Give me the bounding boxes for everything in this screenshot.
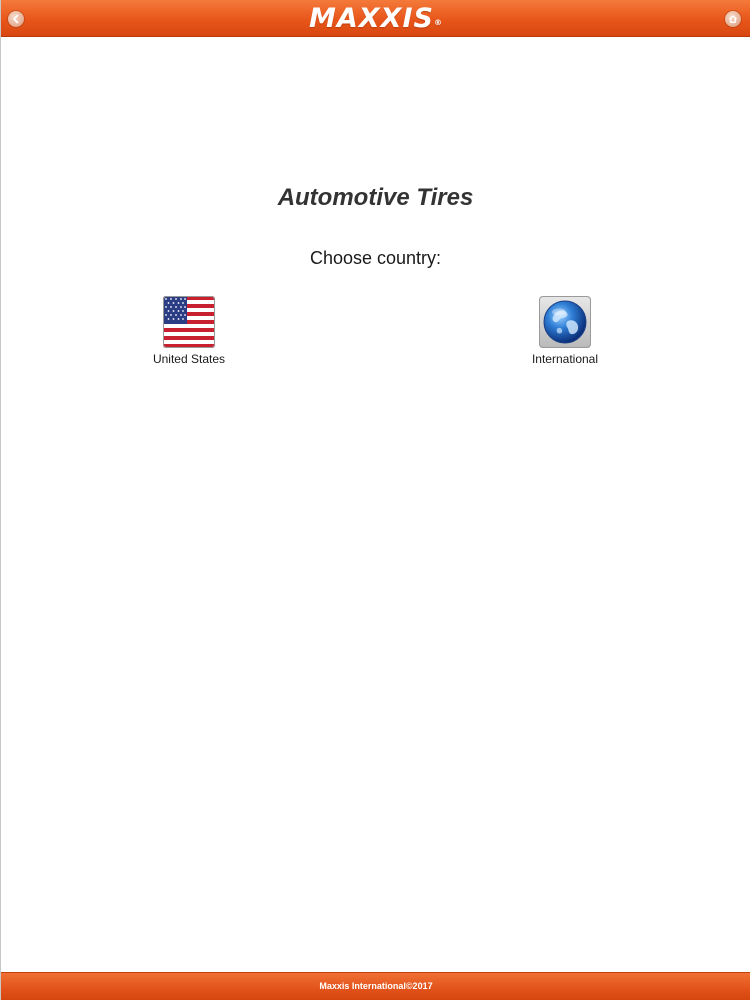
footer-bar: Maxxis International©2017 bbox=[1, 972, 750, 1000]
registered-mark: ® bbox=[433, 18, 443, 27]
country-international[interactable]: International bbox=[505, 296, 625, 366]
copyright-text: Maxxis International©2017 bbox=[319, 981, 433, 991]
app-page: MAXXIS® Automotive Tires Choose country: bbox=[0, 0, 750, 1000]
brand-text: MAXXIS bbox=[309, 3, 434, 34]
country-united-states[interactable]: United States bbox=[129, 296, 249, 366]
page-title: Automotive Tires bbox=[277, 184, 474, 211]
country-label-united-states: United States bbox=[152, 352, 226, 366]
top-bar: MAXXIS® bbox=[1, 0, 750, 37]
choose-country-label: Choose country: bbox=[309, 248, 442, 268]
globe-icon[interactable] bbox=[539, 296, 591, 348]
country-label-international: International bbox=[531, 352, 599, 366]
maxxis-logo: MAXXIS® bbox=[1, 3, 750, 35]
home-button[interactable] bbox=[725, 11, 741, 27]
home-icon bbox=[728, 14, 738, 24]
us-flag-icon[interactable] bbox=[163, 296, 215, 348]
